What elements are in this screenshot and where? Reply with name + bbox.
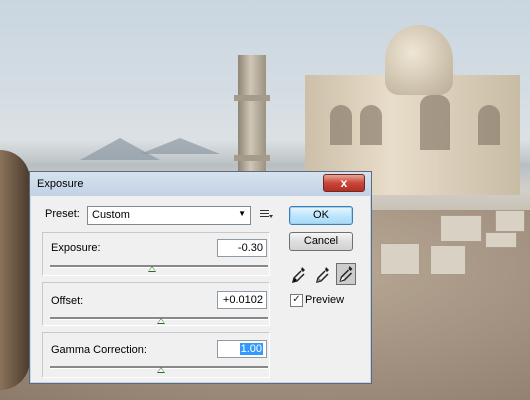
preset-options-icon[interactable] [259, 207, 273, 221]
exposure-slider-thumb[interactable] [148, 266, 157, 272]
black-point-eyedropper-icon[interactable] [290, 265, 307, 285]
exposure-label: Exposure: [51, 242, 101, 254]
preview-checkbox[interactable]: ✓ [290, 294, 303, 307]
preset-label: Preset: [45, 208, 80, 220]
preset-value: Custom [92, 209, 130, 221]
white-point-eyedropper-icon[interactable] [336, 263, 356, 285]
dialog-title: Exposure [37, 178, 84, 190]
exposure-dialog: Exposure x Preset: Custom ▼ Exposure: -0… [29, 171, 372, 384]
dialog-body: Preset: Custom ▼ Exposure: -0.30 Offset:… [34, 197, 367, 379]
offset-slider-thumb[interactable] [157, 318, 166, 324]
gray-point-eyedropper-icon[interactable] [314, 265, 331, 285]
exposure-group: Exposure: -0.30 [42, 232, 270, 276]
offset-label: Offset: [51, 295, 84, 307]
gamma-input[interactable]: 1.00 [217, 340, 267, 358]
gamma-group: Gamma Correction: 1.00 [42, 332, 270, 378]
close-button[interactable]: x [323, 174, 365, 192]
preview-label: Preview [305, 294, 345, 306]
gamma-slider-thumb[interactable] [157, 367, 166, 373]
ok-button[interactable]: OK [289, 206, 353, 225]
preset-select[interactable]: Custom ▼ [87, 206, 251, 225]
title-bar[interactable]: Exposure x [30, 172, 371, 196]
exposure-slider-track[interactable] [50, 265, 268, 268]
cancel-button[interactable]: Cancel [289, 232, 353, 251]
offset-group: Offset: +0.0102 [42, 282, 270, 326]
chevron-down-icon: ▼ [238, 209, 246, 218]
gamma-label: Gamma Correction: [51, 344, 147, 356]
gamma-value-selected: 1.00 [239, 343, 263, 355]
exposure-input[interactable]: -0.30 [217, 239, 267, 257]
offset-input[interactable]: +0.0102 [217, 291, 267, 309]
